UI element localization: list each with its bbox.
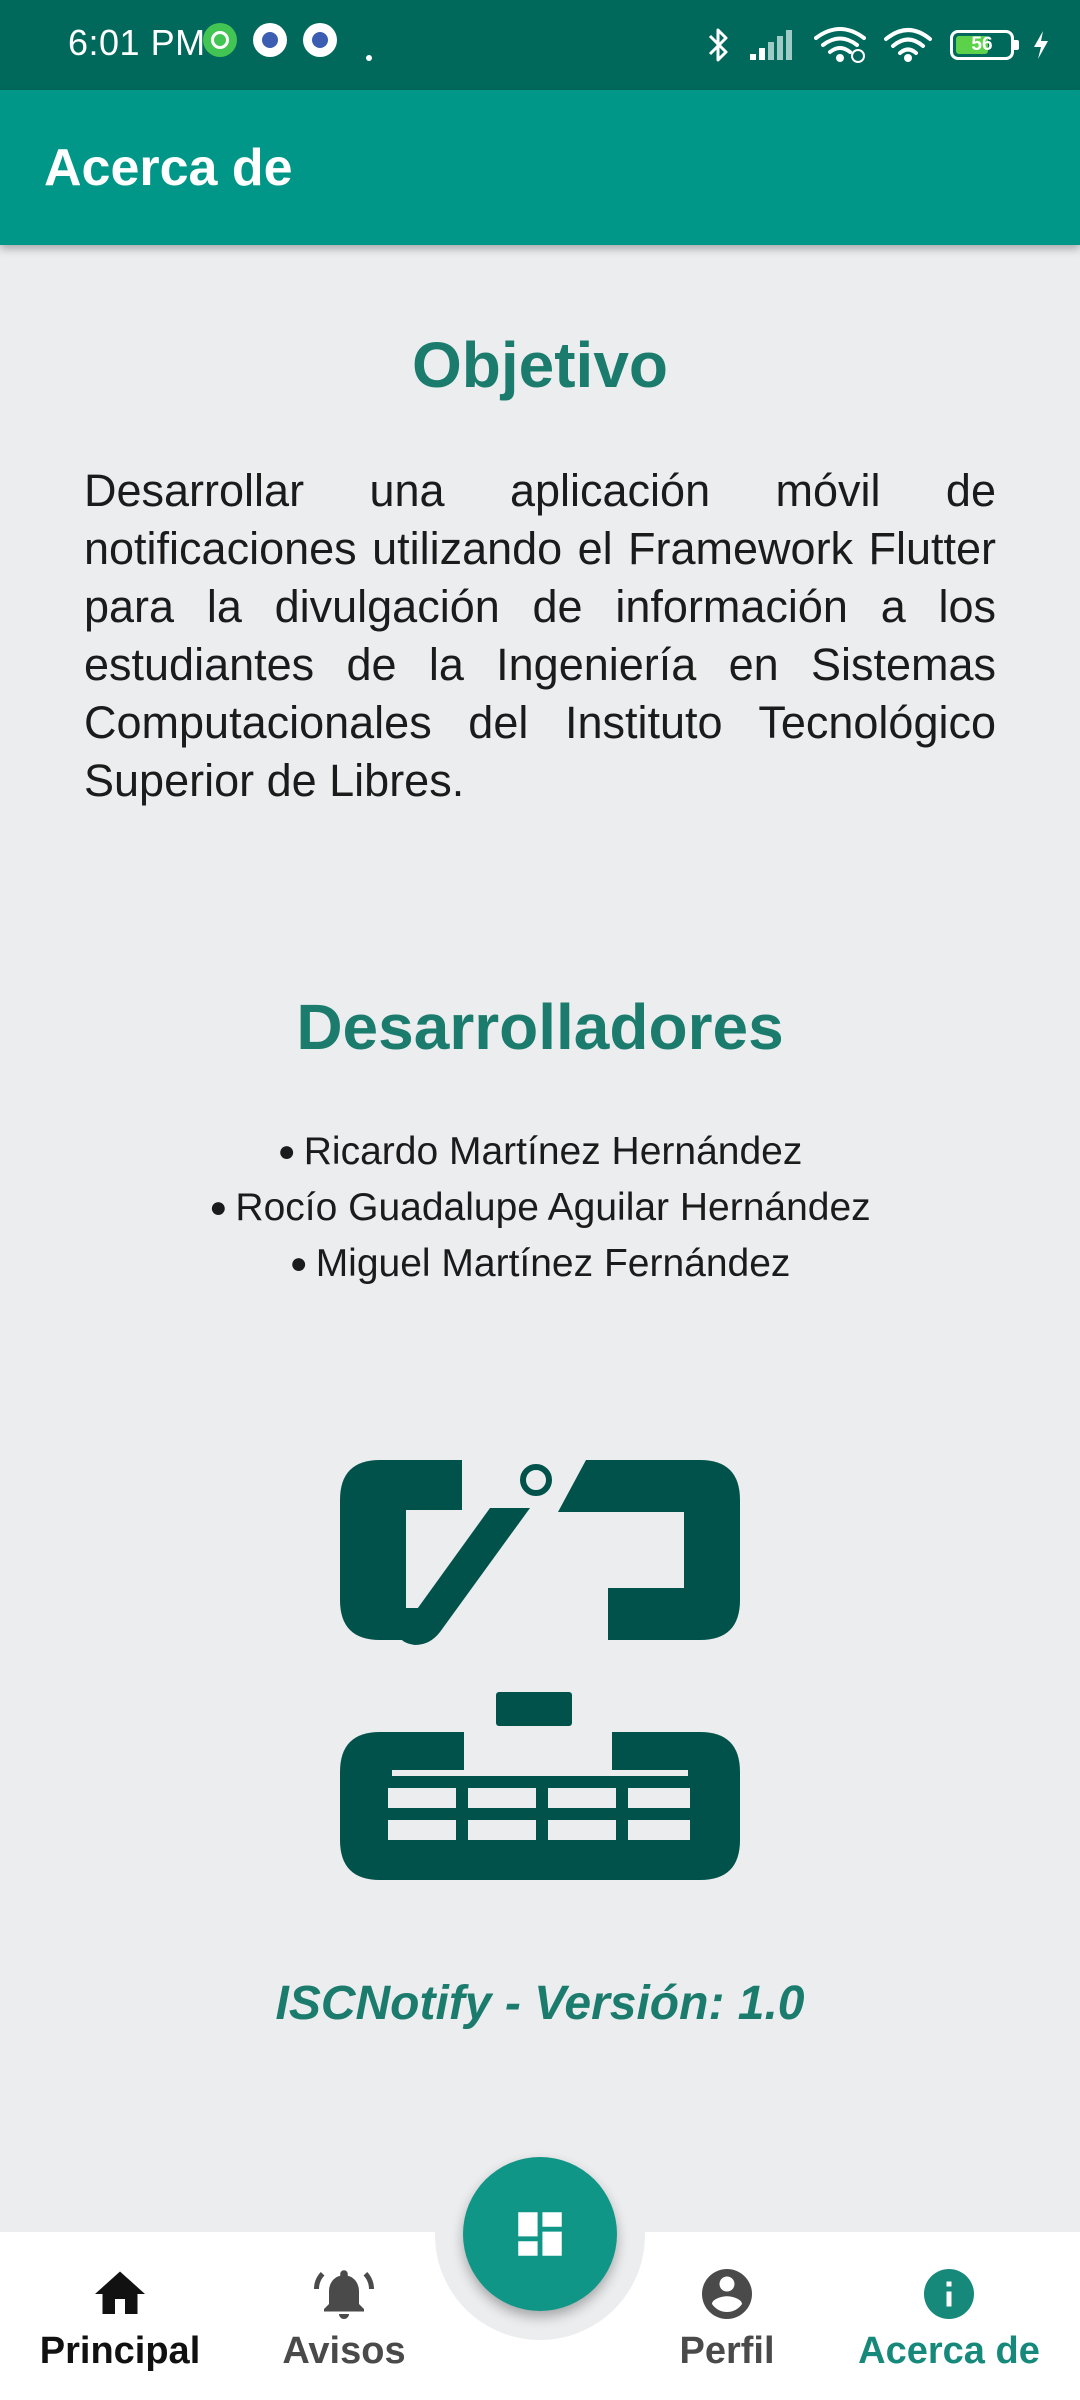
more-notifications-dot xyxy=(366,55,372,61)
wifi-icon xyxy=(814,27,866,63)
home-icon xyxy=(95,2271,145,2314)
isc-logo-icon xyxy=(340,1460,740,1880)
status-time: 6:01 PM xyxy=(68,22,206,63)
nav-label: Principal xyxy=(39,2330,201,2372)
wifi-icon xyxy=(884,28,932,62)
bluetooth-icon xyxy=(708,28,728,62)
bullet: ● xyxy=(209,1191,228,1224)
nav-item-principal[interactable]: Principal xyxy=(20,2264,220,2373)
battery-icon: 56 xyxy=(950,30,1019,60)
bullet: ● xyxy=(289,1247,308,1280)
account-circle-icon xyxy=(702,2269,752,2319)
developer-item: ● Ricardo Martínez Hernández xyxy=(0,1124,1080,1180)
developer-name: Miguel Martínez Fernández xyxy=(315,1242,791,1285)
signal-icon xyxy=(750,30,792,60)
nav-item-avisos[interactable]: Avisos xyxy=(244,2264,444,2373)
nav-item-perfil[interactable]: Perfil xyxy=(627,2264,827,2373)
nav-label: Acerca de xyxy=(858,2330,1040,2372)
nav-label: Avisos xyxy=(282,2330,406,2372)
developer-name: Rocío Guadalupe Aguilar Hernández xyxy=(235,1186,871,1229)
version-text: ISCNotify - Versión: 1.0 xyxy=(275,1977,805,2030)
objective-text: Desarrollar una aplicación móvil de noti… xyxy=(84,465,996,806)
whatsapp-icon xyxy=(203,23,237,57)
dashboard-fab-button[interactable] xyxy=(463,2157,617,2311)
charging-icon xyxy=(1034,31,1048,59)
info-icon xyxy=(924,2269,974,2319)
status-icons: 56 xyxy=(706,0,1050,90)
nav-item-acerca-de[interactable]: Acerca de xyxy=(849,2264,1049,2373)
developer-name: Ricardo Martínez Hernández xyxy=(303,1130,803,1173)
dashboard-icon xyxy=(518,2212,562,2256)
page-title: Acerca de xyxy=(44,139,293,197)
app-notification-icon xyxy=(253,23,287,57)
bell-icon xyxy=(314,2270,374,2319)
bullet: ● xyxy=(277,1135,296,1168)
status-bar: 6:01 PM 56 xyxy=(0,0,1080,90)
app-notification-icon xyxy=(303,23,337,57)
nav-label: Perfil xyxy=(679,2330,775,2372)
objective-heading: Objetivo xyxy=(411,329,669,401)
developers-heading: Desarrolladores xyxy=(296,991,784,1063)
app-bar: Acerca de xyxy=(0,90,1080,245)
developer-item: ● Miguel Martínez Fernández xyxy=(0,1236,1080,1292)
developers-list: ● Ricardo Martínez Hernández ● Rocío Guada… xyxy=(0,1124,1080,1292)
developer-item: ● Rocío Guadalupe Aguilar Hernández xyxy=(0,1180,1080,1236)
battery-level: 56 xyxy=(971,34,993,55)
